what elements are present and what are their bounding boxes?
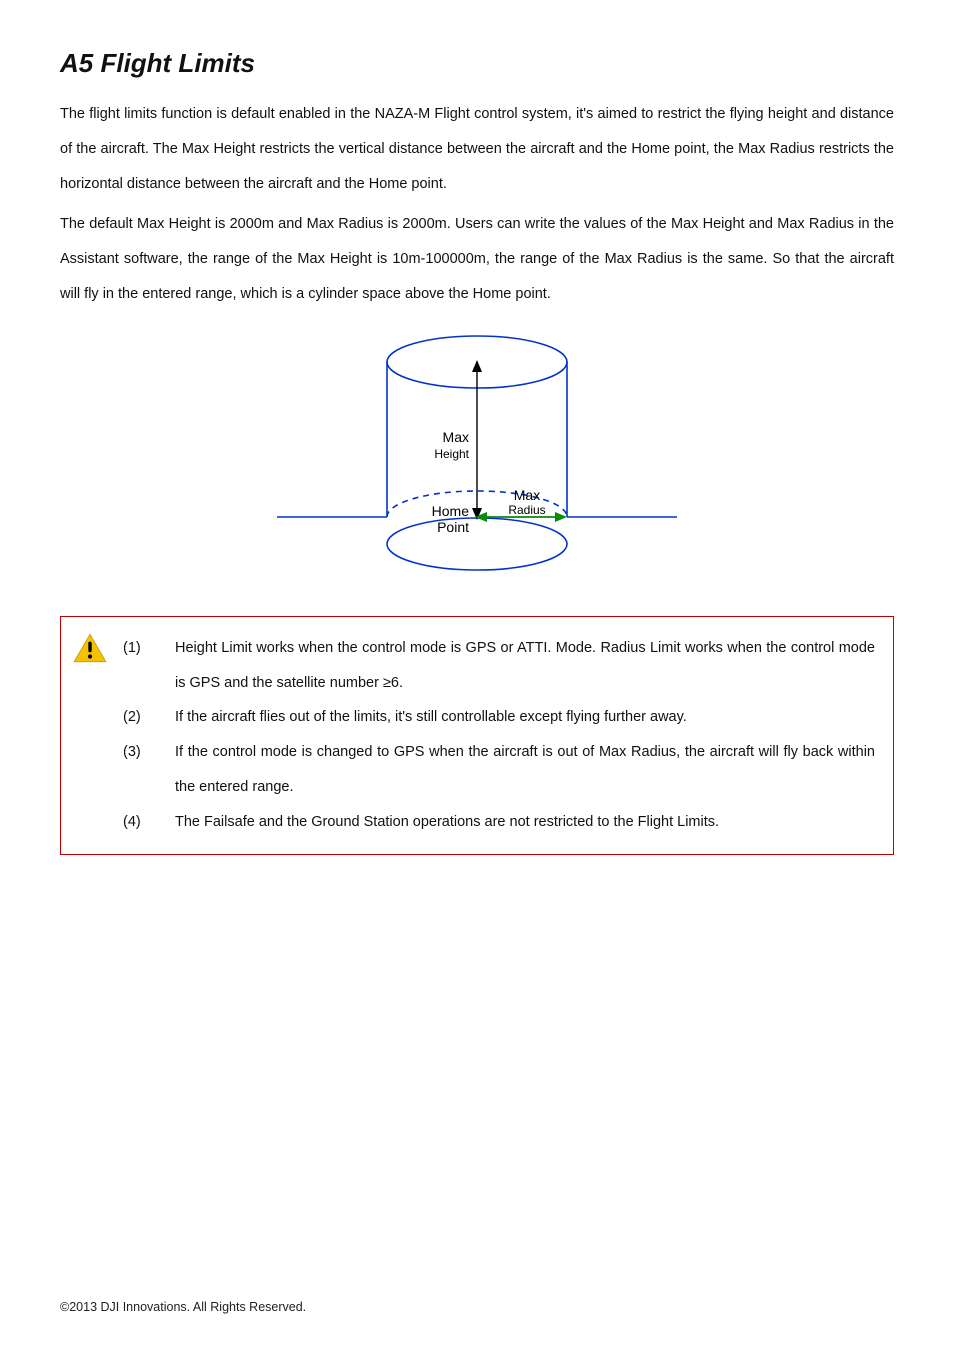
diagram-label-max-height-1: Max	[443, 429, 469, 445]
diagram-label-home-1: Home	[432, 503, 470, 519]
note-item: (4) The Failsafe and the Ground Station …	[123, 805, 875, 840]
diagram-label-max-radius-1: Max	[514, 487, 540, 503]
note-number: (4)	[123, 805, 147, 840]
warning-icon	[73, 633, 107, 668]
note-text: If the control mode is changed to GPS wh…	[175, 735, 875, 805]
footer-copyright: ©2013 DJI Innovations. All Rights Reserv…	[60, 1300, 306, 1314]
warning-note-box: (1) Height Limit works when the control …	[60, 616, 894, 855]
note-number: (2)	[123, 700, 147, 735]
note-text: The Failsafe and the Ground Station oper…	[175, 805, 875, 840]
page-heading: A5 Flight Limits	[60, 48, 894, 79]
note-text: Height Limit works when the control mode…	[175, 631, 875, 701]
note-number: (1)	[123, 631, 147, 701]
note-text: If the aircraft flies out of the limits,…	[175, 700, 875, 735]
diagram-label-max-radius-2: Radius	[508, 503, 545, 517]
note-item: (1) Height Limit works when the control …	[123, 631, 875, 701]
intro-paragraph-2: The default Max Height is 2000m and Max …	[60, 207, 894, 311]
diagram-label-home-2: Point	[437, 519, 469, 535]
warning-note-list: (1) Height Limit works when the control …	[123, 631, 875, 840]
flight-limits-diagram: Max Height Max Radius Home Point	[247, 322, 707, 592]
note-number: (3)	[123, 735, 147, 805]
intro-paragraph-1: The flight limits function is default en…	[60, 97, 894, 201]
diagram-container: Max Height Max Radius Home Point	[60, 322, 894, 592]
note-item: (2) If the aircraft flies out of the lim…	[123, 700, 875, 735]
diagram-label-max-height-2: Height	[434, 447, 469, 461]
note-item: (3) If the control mode is changed to GP…	[123, 735, 875, 805]
